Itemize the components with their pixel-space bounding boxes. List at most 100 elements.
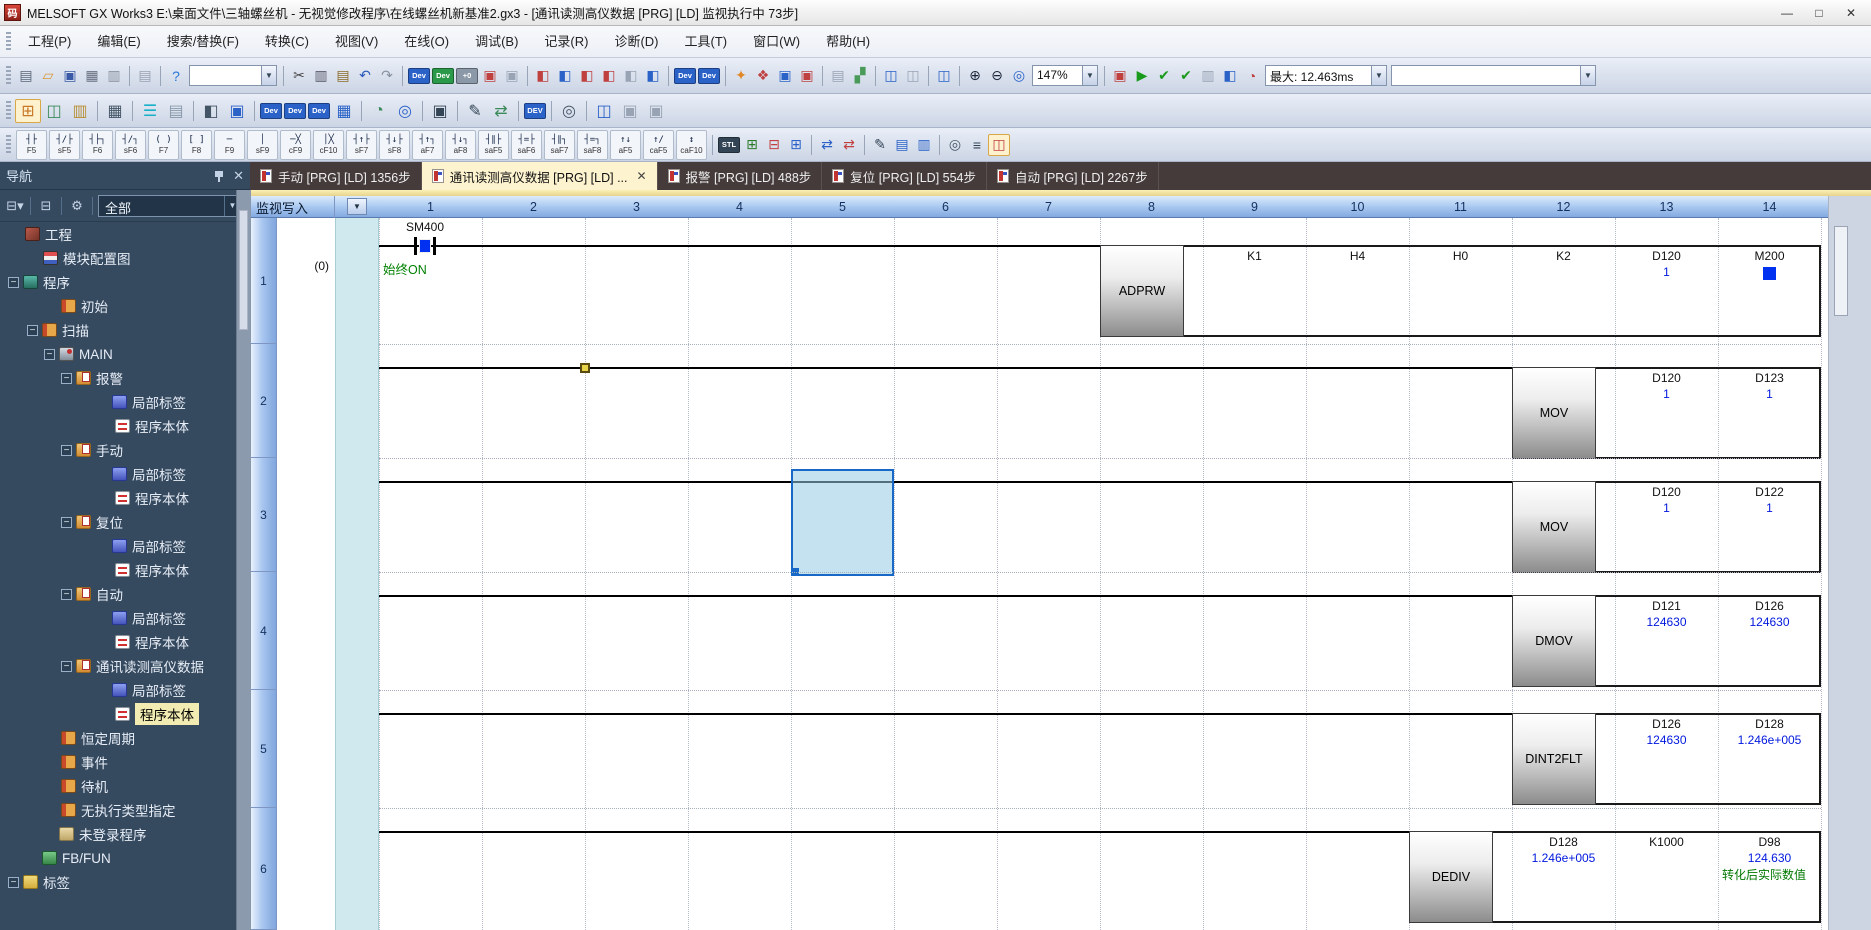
tree-item-局部标签[interactable]: 局部标签 [0,534,250,558]
menu-item-10[interactable]: 窗口(W) [740,29,813,55]
docking-window-icon[interactable]: ◫ [591,99,617,123]
tag-edit-icon[interactable]: ▥ [67,99,93,123]
tree-item-待机[interactable]: 待机 [0,774,250,798]
ladder-canvas[interactable]: 1ADPRWK1H4H0K2D1201M200SM400始终ON(0)2MOVD… [251,218,1871,930]
gray-window1-icon[interactable]: ▣ [617,99,643,123]
operand-device[interactable]: D123 [1718,371,1821,385]
menu-item-7[interactable]: 记录(R) [531,29,601,55]
device-read-icon[interactable]: Dev [432,68,454,84]
cross-reference-icon[interactable]: ◧ [198,99,224,123]
ok-check1-icon[interactable]: ✔ [1153,65,1175,87]
device-list-icon[interactable]: ▣ [224,99,250,123]
menu-item-8[interactable]: 诊断(D) [601,29,671,55]
monitor-write-icon[interactable]: ◧ [532,65,554,87]
menu-item-3[interactable]: 转换(C) [252,29,322,55]
contact-SM400[interactable] [414,237,436,255]
watch4-icon[interactable]: ▣ [796,65,818,87]
tree-item-模块配置图[interactable]: 模块配置图 [0,246,250,270]
ladder-symbol-button-aF7[interactable]: ┤↑┐aF7 [412,130,443,160]
new-project-icon[interactable]: ▤ [15,65,37,87]
tree-expand-icon[interactable]: − [44,349,55,360]
user-icon[interactable]: ◧ [1219,65,1241,87]
device-gray-icon[interactable]: ▣ [501,65,523,87]
monitor-ladder-icon[interactable]: ◫ [988,134,1010,156]
operand-device[interactable]: D122 [1718,485,1821,499]
minimize-button[interactable]: — [1771,3,1803,23]
tab-3[interactable]: 复位 [PRG] [LD] 554步 [822,162,987,190]
menu-item-2[interactable]: 搜索/替换(F) [154,29,252,55]
ladder-symbol-button-sF5[interactable]: ┤/├sF5 [49,130,80,160]
cut-icon[interactable]: ✂ [288,65,310,87]
editor-scrollbar[interactable] [1828,196,1871,930]
memory-card-icon[interactable]: ▣ [427,99,453,123]
tree-item-程序本体[interactable]: 程序本体 [0,558,250,582]
quick-find-combobox[interactable]: ▼ [189,65,277,86]
monitor-start-icon[interactable]: ◧ [642,65,664,87]
tree-item-局部标签[interactable]: 局部标签 [0,390,250,414]
selection-cursor[interactable] [791,469,894,576]
program-list-icon[interactable]: ☰ [137,99,163,123]
insert-col-icon[interactable]: ⊞ [785,134,807,156]
tree-item-无执行类型指定[interactable]: 无执行类型指定 [0,798,250,822]
gray-window2-icon[interactable]: ▣ [643,99,669,123]
instruction-box-ADPRW[interactable]: ADPRW [1100,245,1184,337]
menu-item-4[interactable]: 视图(V) [322,29,391,55]
tab-1[interactable]: 通讯读测高仪数据 [PRG] [LD] ...✕ [422,162,658,190]
instruction-box-MOV[interactable]: MOV [1512,367,1596,459]
scan-time-combobox[interactable]: 最大: 12.463ms▼ [1265,65,1387,86]
device-monitor2-icon[interactable]: Dev [698,68,720,84]
navigation-close-icon[interactable]: ✕ [233,168,244,184]
menu-item-1[interactable]: 编辑(E) [84,29,153,55]
tab-0[interactable]: 手动 [PRG] [LD] 1356步 [250,162,422,190]
ladder-symbol-button-F9[interactable]: ─F9 [214,130,245,160]
ladder-symbol-button-cF10[interactable]: │╳cF10 [313,130,344,160]
operand-device[interactable]: K1000 [1615,835,1718,849]
tree-filter-combobox[interactable]: 全部 ▼ [98,195,241,217]
clock-setting-icon[interactable]: ◔ [366,99,392,123]
paste-icon[interactable]: ▤ [332,65,354,87]
list2-icon[interactable]: ▞ [849,65,871,87]
tree-item-FB/FUN[interactable]: FB/FUN [0,846,250,870]
operand-device[interactable]: D128 [1512,835,1615,849]
delete-row-icon[interactable]: ⊟ [763,134,785,156]
tree-expand-icon[interactable]: − [61,373,72,384]
device-batch-icon[interactable]: Dev [308,103,330,119]
ladder-symbol-button-F6[interactable]: ┤├┐F6 [82,130,113,160]
register-table-icon[interactable]: ▦ [331,99,357,123]
undo-icon[interactable]: ↶ [354,65,376,87]
tree-item-复位[interactable]: −复位 [0,510,250,534]
tab-close-icon[interactable]: ✕ [636,169,646,183]
insert-row-icon[interactable]: ⊞ [741,134,763,156]
comment-edit-icon[interactable]: ✎ [869,134,891,156]
monitor-status-icon[interactable]: ▣ [1109,65,1131,87]
ladder-symbol-button-F8[interactable]: [ ]F8 [181,130,212,160]
ladder-symbol-button-saF8[interactable]: ┤=┐saF8 [577,130,608,160]
device-monitor1-icon[interactable]: Dev [674,68,696,84]
ladder-symbol-button-sF7[interactable]: ┤↑├sF7 [346,130,377,160]
ladder-symbol-button-sF8[interactable]: ┤↓├sF8 [379,130,410,160]
edit-wire-icon[interactable]: ⇄ [816,134,838,156]
device-find-icon[interactable]: Dev [260,103,282,119]
operand-device[interactable]: K1 [1203,249,1306,263]
operand-device[interactable]: D120 [1615,371,1718,385]
watch-expression-combobox[interactable]: ▼ [1391,65,1596,86]
ladder-symbol-button-saF6[interactable]: ┤=├saF6 [511,130,542,160]
tree-item-未登录程序[interactable]: 未登录程序 [0,822,250,846]
operand-device[interactable]: H0 [1409,249,1512,263]
doc-icon[interactable]: ▤ [134,65,156,87]
tree-item-局部标签[interactable]: 局部标签 [0,606,250,630]
operand-device[interactable]: H4 [1306,249,1409,263]
zoom-in-icon[interactable]: ⊕ [964,65,986,87]
tree-expand-icon[interactable]: − [61,445,72,456]
close-button[interactable]: ✕ [1835,3,1867,23]
ladder-symbol-button-F5[interactable]: ┤├F5 [16,130,47,160]
maximize-button[interactable]: □ [1803,3,1835,23]
zoom-level-combobox[interactable]: 147%▼ [1032,65,1098,86]
instruction-box-DINT2FLT[interactable]: DINT2FLT [1512,713,1596,805]
tree-display-icon[interactable]: ⊟▾ [5,196,25,216]
zoom-fit-icon[interactable]: ◎ [1008,65,1030,87]
watch2-icon[interactable]: ❖ [752,65,774,87]
operand-device[interactable]: M200 [1718,249,1821,263]
operand-device[interactable]: D120 [1615,485,1718,499]
note-edit-icon[interactable]: ▥ [913,134,935,156]
